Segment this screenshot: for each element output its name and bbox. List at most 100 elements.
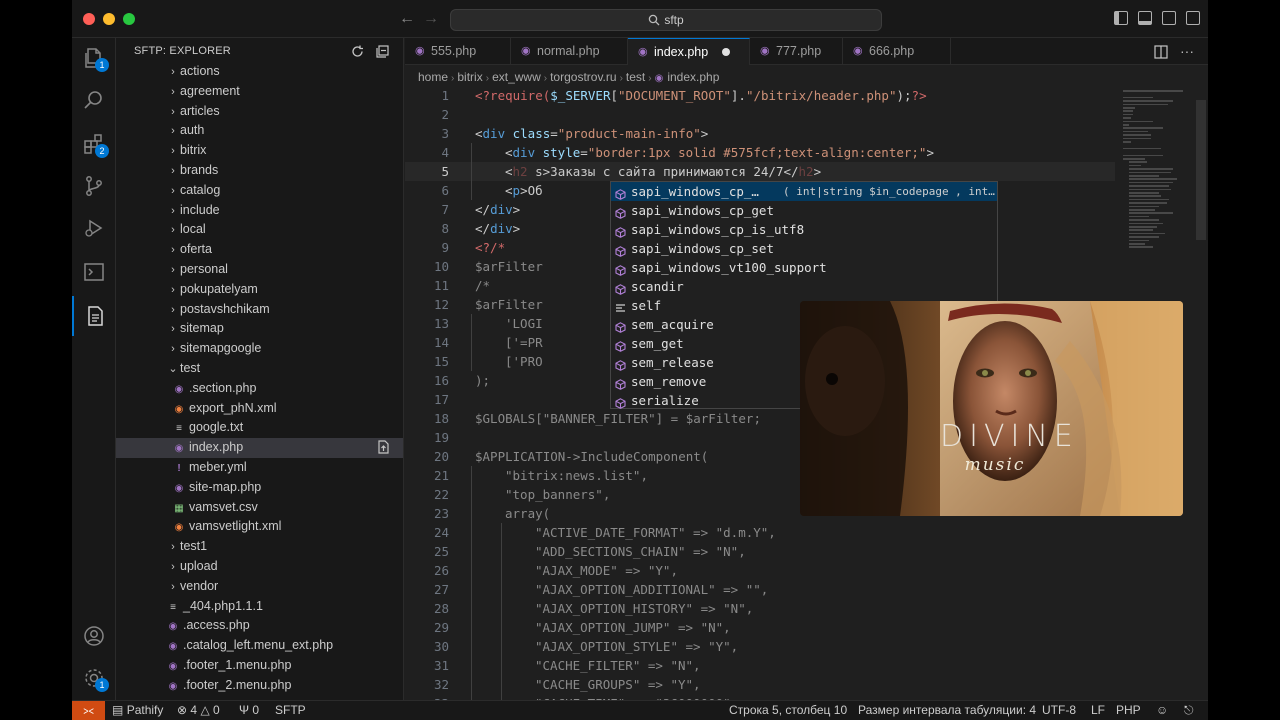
forward-arrow-icon[interactable]: →: [422, 10, 440, 28]
tree-item[interactable]: ◉ vamsvetlight.xml: [116, 517, 403, 537]
tree-item[interactable]: › actions: [116, 62, 403, 83]
run-debug-activity[interactable]: [72, 208, 116, 248]
editor-tab[interactable]: ◉ 555.php: [405, 38, 511, 65]
notifications-bell-icon[interactable]: ⎋: [1184, 701, 1194, 720]
suggestion-item[interactable]: sapi_windows_cp_set: [611, 239, 997, 258]
tree-item[interactable]: › local: [116, 220, 403, 241]
sftp-activity[interactable]: [72, 296, 116, 336]
code-line[interactable]: 1 <?require($_SERVER["DOCUMENT_ROOT"]."/b…: [405, 86, 1115, 105]
breadcrumb-item[interactable]: ext_www: [492, 70, 541, 84]
suggestion-item[interactable]: scandir: [611, 277, 997, 296]
code-line[interactable]: 31 "CACHE_FILTER" => "N",: [405, 656, 1115, 675]
editor-tab[interactable]: ◉ 666.php: [843, 38, 951, 65]
refresh-icon[interactable]: [351, 45, 364, 58]
sftp-status[interactable]: SFTP: [275, 701, 306, 720]
chevron-right-icon[interactable]: ›: [166, 340, 180, 360]
manage-activity[interactable]: 1: [72, 658, 116, 698]
chevron-right-icon[interactable]: ›: [166, 281, 180, 301]
tree-item[interactable]: ≡ _404.php1.1.1: [116, 597, 403, 617]
branch-status[interactable]: ▤ Pathify: [112, 701, 163, 720]
chevron-right-icon[interactable]: ›: [166, 142, 180, 162]
tree-item[interactable]: ◉ index.php: [116, 438, 403, 458]
breadcrumb-item[interactable]: index.php: [667, 70, 719, 84]
tree-item[interactable]: › brands: [116, 161, 403, 181]
code-line[interactable]: 30 "AJAX_OPTION_STYLE" => "Y",: [405, 637, 1115, 656]
tree-item[interactable]: › agreement: [116, 82, 403, 102]
code-line[interactable]: 25 "ADD_SECTIONS_CHAIN" => "N",: [405, 542, 1115, 561]
split-editor-icon[interactable]: [1154, 45, 1168, 59]
suggestion-item[interactable]: sapi_windows_cp_… ( int|string $in_codepa…: [611, 182, 997, 201]
tree-item[interactable]: ◉ .catalog_left.menu_ext.php: [116, 636, 403, 656]
tree-item[interactable]: ▦ vamsvet.csv: [116, 498, 403, 518]
code-line[interactable]: 3 <div class="product-main-info">: [405, 124, 1115, 143]
code-line[interactable]: 29 "AJAX_OPTION_JUMP" => "N",: [405, 618, 1115, 637]
tree-item[interactable]: › articles: [116, 102, 403, 123]
chevron-right-icon[interactable]: ›: [166, 558, 180, 578]
back-arrow-icon[interactable]: ←: [398, 10, 416, 28]
collapse-all-icon[interactable]: [376, 45, 389, 58]
customize-layout-icon[interactable]: [1186, 11, 1200, 25]
chevron-down-icon[interactable]: ⌄: [166, 360, 180, 380]
breadcrumb-item[interactable]: home: [418, 70, 448, 84]
tree-item[interactable]: › upload: [116, 557, 403, 578]
indentation-status[interactable]: Размер интервала табуляции: 4: [858, 701, 1036, 720]
problems-status[interactable]: ⊗ 4 △ 0: [177, 701, 220, 720]
chevron-right-icon[interactable]: ›: [166, 578, 180, 598]
minimize-window-button[interactable]: [103, 13, 115, 25]
cursor-position[interactable]: Строка 5, столбец 10: [729, 701, 847, 720]
search-activity[interactable]: [72, 80, 116, 120]
tree-item[interactable]: › personal: [116, 260, 403, 281]
breadcrumb-item[interactable]: test: [626, 70, 645, 84]
command-center-search[interactable]: sftp: [450, 9, 882, 31]
chevron-right-icon[interactable]: ›: [166, 261, 180, 281]
suggestion-item[interactable]: sapi_windows_cp_is_utf8: [611, 220, 997, 239]
encoding-status[interactable]: UTF-8: [1042, 701, 1076, 720]
breadcrumb-item[interactable]: bitrix: [457, 70, 482, 84]
tree-item[interactable]: ! meber.yml: [116, 458, 403, 478]
chevron-right-icon[interactable]: ›: [166, 320, 180, 340]
editor-tab[interactable]: ◉ index.php: [628, 38, 750, 65]
chevron-right-icon[interactable]: ›: [166, 221, 180, 241]
chevron-right-icon[interactable]: ›: [166, 103, 180, 123]
code-line[interactable]: 32 "CACHE_GROUPS" => "Y",: [405, 675, 1115, 694]
extensions-activity[interactable]: 2: [72, 124, 116, 164]
tree-item[interactable]: ◉ .section.php: [116, 379, 403, 399]
code-line[interactable]: 24 "ACTIVE_DATE_FORMAT" => "d.m.Y",: [405, 523, 1115, 542]
tree-item[interactable]: ◉ .footer_1.menu.php: [116, 656, 403, 676]
code-line[interactable]: 28 "AJAX_OPTION_HISTORY" => "N",: [405, 599, 1115, 618]
suggestion-item[interactable]: sapi_windows_cp_get: [611, 201, 997, 220]
code-line[interactable]: 26 "AJAX_MODE" => "Y",: [405, 561, 1115, 580]
terminal-activity[interactable]: [72, 252, 116, 292]
code-line[interactable]: 27 "AJAX_OPTION_ADDITIONAL" => "",: [405, 580, 1115, 599]
maximize-window-button[interactable]: [123, 13, 135, 25]
chevron-right-icon[interactable]: ›: [166, 63, 180, 83]
editor-tab[interactable]: ◉ normal.php: [511, 38, 628, 65]
chevron-right-icon[interactable]: ›: [166, 241, 180, 261]
chevron-right-icon[interactable]: ›: [166, 301, 180, 321]
remote-indicator[interactable]: ⪥: [72, 701, 105, 720]
tree-item[interactable]: ◉ export_phN.xml: [116, 399, 403, 419]
tree-item[interactable]: ≡ google.txt: [116, 418, 403, 438]
suggestion-item[interactable]: sapi_windows_vt100_support: [611, 258, 997, 277]
tree-item[interactable]: › oferta: [116, 240, 403, 261]
code-line[interactable]: 2: [405, 105, 1115, 124]
code-line[interactable]: 4 <div style="border:1px solid #575fcf;te…: [405, 143, 1115, 162]
tree-item[interactable]: › sitemapgoogle: [116, 339, 403, 360]
tree-item[interactable]: › sitemap: [116, 319, 403, 340]
unsaved-dot-icon[interactable]: [722, 48, 731, 56]
chevron-right-icon[interactable]: ›: [166, 122, 180, 142]
chevron-right-icon[interactable]: ›: [166, 202, 180, 222]
tree-item[interactable]: ◉ site-map.php: [116, 478, 403, 498]
editor-scrollbar[interactable]: [1196, 100, 1206, 240]
explorer-activity[interactable]: 1: [72, 38, 116, 78]
tree-item[interactable]: ◉ .access.php: [116, 616, 403, 636]
close-window-button[interactable]: [83, 13, 95, 25]
eol-status[interactable]: LF: [1091, 701, 1105, 720]
tree-item[interactable]: › pokupatelyam: [116, 280, 403, 301]
chevron-right-icon[interactable]: ›: [166, 182, 180, 202]
tree-item[interactable]: ◉ .footer_2.menu.php: [116, 676, 403, 696]
code-line[interactable]: 5 <h2 s>Заказы с сайта принимаются 24/7</…: [405, 162, 1115, 181]
tree-item[interactable]: ⌄ test: [116, 359, 403, 380]
tree-item[interactable]: › bitrix: [116, 141, 403, 162]
tree-item[interactable]: › postavshchikam: [116, 300, 403, 321]
